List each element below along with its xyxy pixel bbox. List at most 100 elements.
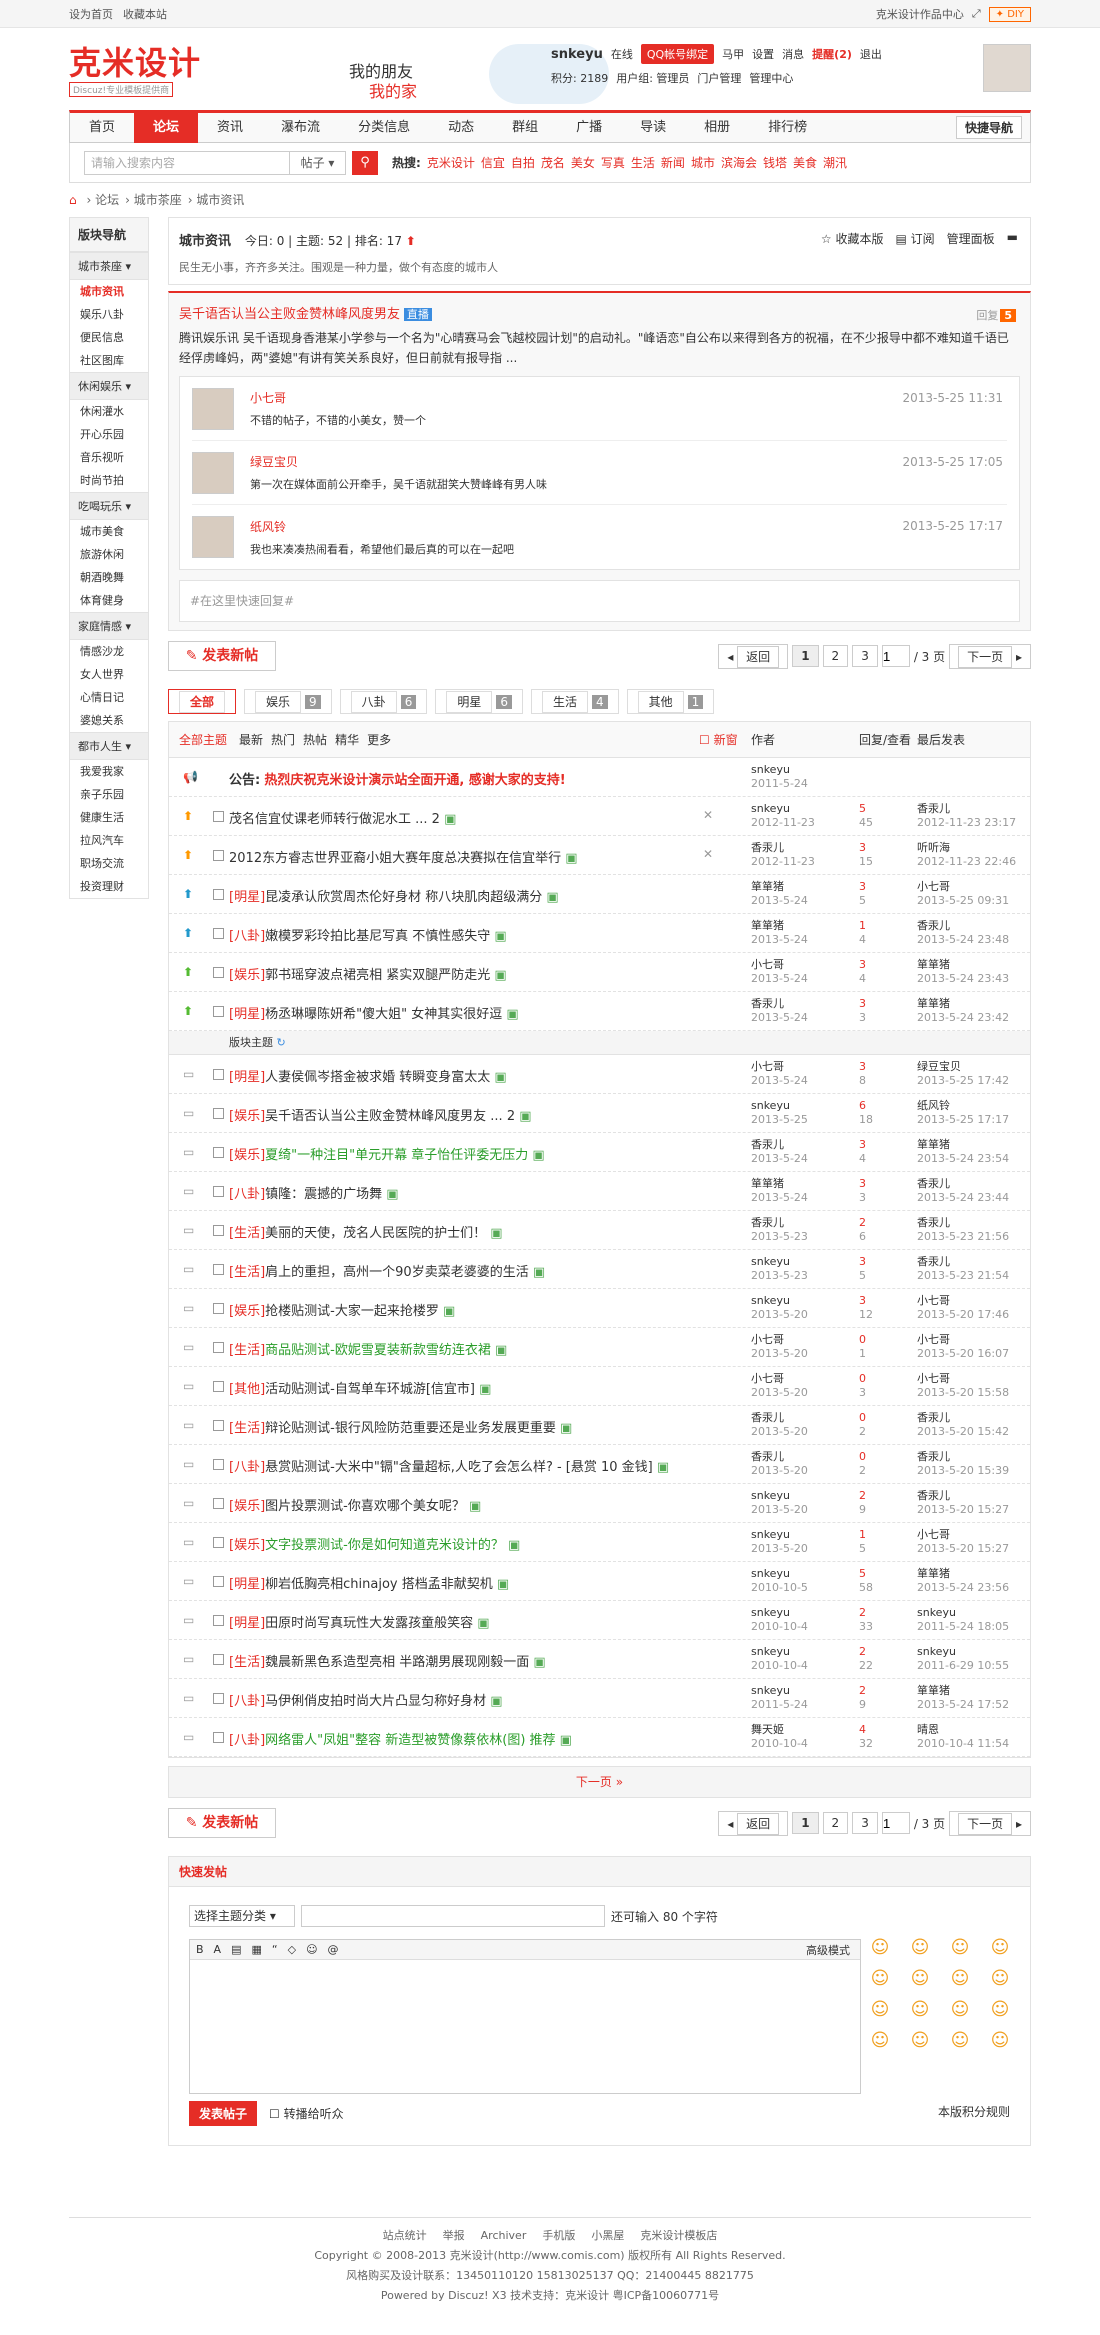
next-page-button-bottom[interactable]: 下一页 ▸	[949, 1810, 1031, 1836]
thread-author[interactable]: 小七哥	[751, 1333, 784, 1346]
next-page-bar[interactable]: 下一页 »	[168, 1766, 1031, 1798]
new-post-button[interactable]: ✎ 发表新帖	[168, 641, 276, 671]
alert-link[interactable]: 提醒(2)	[812, 46, 852, 62]
thread-title[interactable]: 人妻侯佩岑搭金被求婚 转瞬变身富太太	[265, 1070, 490, 1085]
tab-0[interactable]: 全部	[168, 688, 237, 714]
smiley-icon[interactable]: ☺	[945, 1999, 975, 2020]
sticky-row[interactable]: ⬆ [明星]杨丞琳曝陈妍希"傻大姐" 女神其实很好逗 ▣ 香汞儿 2013-5-24 3…	[169, 992, 1030, 1031]
side-item-4-0[interactable]: 我爱我家	[70, 760, 148, 783]
reply-user[interactable]: 绿豆宝贝	[250, 453, 547, 470]
hot-word-5[interactable]: 写真	[601, 156, 625, 170]
select-checkbox[interactable]	[213, 1615, 224, 1626]
nav-item-5[interactable]: 动态	[429, 113, 493, 143]
thread-author[interactable]: snkeyu	[751, 1645, 790, 1658]
diy-button[interactable]: ✦ DIY	[988, 6, 1031, 22]
featured-title[interactable]: 吴千语否认当公主败金赞林峰风度男友	[179, 307, 400, 322]
thread-category[interactable]: [生活]	[229, 1655, 265, 1670]
last-post-user[interactable]: 晴恩	[917, 1723, 939, 1736]
normal-row[interactable]: ▭ [娱乐]图片投票测试-你喜欢哪个美女呢？ ▣ snkeyu 2013-5-20 2 9…	[169, 1484, 1030, 1523]
normal-row[interactable]: ▭ [明星]田原时尚写真玩性大发露孩童般笑容 ▣ snkeyu 2010-10-4 2 3…	[169, 1601, 1030, 1640]
thread-title[interactable]: 嫩模罗彩玲拍比基尼写真 不慎性感失守	[265, 929, 490, 944]
thread-author[interactable]: snkeyu	[751, 1255, 790, 1268]
thread-title[interactable]: 田原时尚写真玩性大发露孩童般笑容	[265, 1616, 473, 1631]
side-item-4-5[interactable]: 投资理财	[70, 875, 148, 898]
online-status[interactable]: 在线	[611, 46, 633, 62]
thread-title[interactable]: 活动贴测试-自驾单车环城游[信宜市]	[265, 1382, 475, 1397]
smiley-icon[interactable]: ☺	[985, 1999, 1015, 2020]
editor-tool-3[interactable]: ▦	[251, 1943, 261, 1956]
thread-category[interactable]: [八卦]	[229, 1733, 265, 1748]
smiley-icon[interactable]: ☺	[985, 1937, 1015, 1958]
thread-category[interactable]: [明星]	[229, 890, 265, 905]
select-checkbox[interactable]	[213, 1654, 224, 1665]
nav-item-6[interactable]: 群组	[493, 113, 557, 143]
thread-category[interactable]: [娱乐]	[229, 1148, 265, 1163]
select-checkbox[interactable]	[213, 1069, 224, 1080]
normal-row[interactable]: ▭ [八卦]镇隆：震撼的广场舞 ▣ 箪箪猪 2013-5-24 3 3 香汞儿 2013-5-…	[169, 1172, 1030, 1211]
last-post-user[interactable]: 小七哥	[917, 1333, 950, 1346]
thread-category[interactable]: [娱乐]	[229, 1304, 265, 1319]
portal-link[interactable]: 门户管理	[697, 70, 741, 86]
thread-category[interactable]: [生活]	[229, 1421, 265, 1436]
thread-title[interactable]: 辩论贴测试-银行风险防范重要还是业务发展更重要	[265, 1421, 556, 1436]
search-input[interactable]: 请输入搜索内容 帖子 ▾	[84, 150, 346, 175]
hot-word-12[interactable]: 潮汛	[823, 156, 847, 170]
page-2[interactable]: 2	[822, 645, 849, 667]
thread-author[interactable]: 小七哥	[751, 1060, 784, 1073]
sticky-row[interactable]: ⬆ 茂名信宜仗课老师转行做泥水工 ... 2 ▣ ✕ snkeyu 2012-11-23…	[169, 797, 1030, 836]
thread-author[interactable]: snkeyu	[751, 1684, 790, 1697]
hot-word-11[interactable]: 美食	[793, 156, 817, 170]
thread-author[interactable]: 箪箪猪	[751, 919, 784, 932]
editor-tool-4[interactable]: “	[272, 1943, 278, 1956]
username[interactable]: snkeyu	[551, 47, 603, 62]
filter-more[interactable]: 更多	[367, 731, 391, 748]
last-post-user[interactable]: 纸风铃	[917, 1099, 950, 1112]
select-checkbox[interactable]	[213, 1225, 224, 1236]
select-checkbox[interactable]	[213, 1108, 224, 1119]
thread-category[interactable]: [八卦]	[229, 1694, 265, 1709]
smiley-icon[interactable]: ☺	[865, 1999, 895, 2020]
quick-reply-input[interactable]: #在这里快速回复#	[179, 580, 1020, 622]
last-post-user[interactable]: 香汞儿	[917, 1177, 950, 1190]
thread-category[interactable]: [八卦]	[229, 1460, 265, 1475]
thread-category[interactable]: [娱乐]	[229, 968, 265, 983]
last-post-user[interactable]: 香汞儿	[917, 1255, 950, 1268]
normal-row[interactable]: ▭ [明星]柳岩低胸亮相chinajoy 搭档孟非献契机 ▣ snkeyu 2010-…	[169, 1562, 1030, 1601]
editor-tool-5[interactable]: ◇	[288, 1943, 296, 1956]
normal-row[interactable]: ▭ [其他]活动贴测试-自驾单车环城游[信宜市] ▣ 小七哥 2013-5-20 0 3 小…	[169, 1367, 1030, 1406]
select-checkbox[interactable]	[213, 1459, 224, 1470]
thread-title[interactable]: 文字投票测试-你是如何知道克米设计的？	[265, 1538, 504, 1553]
thread-title[interactable]: 网络雷人"凤姐"整容 新造型被赞像蔡依林(图) 推荐	[265, 1733, 555, 1748]
sticky-row[interactable]: ⬆ [娱乐]郭书瑶穿波点裙亮相 紧实双腿严防走光 ▣ 小七哥 2013-5-24 3 4 箪…	[169, 953, 1030, 992]
thread-category[interactable]: [八卦]	[229, 1187, 265, 1202]
tab-3[interactable]: 明星 6	[435, 688, 523, 714]
hot-word-9[interactable]: 滨海会	[721, 156, 757, 170]
tab-1[interactable]: 娱乐 9	[244, 688, 332, 714]
normal-row[interactable]: ▭ [娱乐]吴千语否认当公主败金赞林峰风度男友 ... 2 ▣ snkeyu 2013…	[169, 1094, 1030, 1133]
normal-row[interactable]: ▭ [娱乐]文字投票测试-你是如何知道克米设计的？ ▣ snkeyu 2013-5-2…	[169, 1523, 1030, 1562]
admin-link[interactable]: 管理中心	[749, 70, 793, 86]
thread-title[interactable]: 马伊俐俏皮拍时尚大片凸显匀称好身材	[265, 1694, 486, 1709]
smiley-icon[interactable]: ☺	[945, 1937, 975, 1958]
thread-author[interactable]: 箪箪猪	[751, 1177, 784, 1190]
select-checkbox[interactable]	[213, 1732, 224, 1743]
thread-title[interactable]: 杨丞琳曝陈妍希"傻大姐" 女神其实很好逗	[265, 1007, 502, 1022]
side-item-2-3[interactable]: 体育健身	[70, 589, 148, 612]
thread-title[interactable]: 郭书瑶穿波点裙亮相 紧实双腿严防走光	[265, 968, 490, 983]
settings-link[interactable]: 设置	[752, 46, 774, 62]
fav-link[interactable]: 收藏本站	[123, 8, 167, 21]
thread-category[interactable]: [其他]	[229, 1382, 265, 1397]
hot-word-10[interactable]: 钱塔	[763, 156, 787, 170]
tab-4[interactable]: 生活 4	[530, 688, 619, 714]
smiley-icon[interactable]: ☺	[945, 1968, 975, 1989]
footer-link-5[interactable]: 克米设计模板店	[640, 2229, 717, 2242]
thread-author[interactable]: snkeyu	[751, 802, 790, 815]
side-group-1[interactable]: 休闲娱乐 ▾	[70, 372, 148, 400]
side-item-3-1[interactable]: 女人世界	[70, 663, 148, 686]
select-checkbox[interactable]	[213, 1498, 224, 1509]
footer-link-3[interactable]: 手机版	[542, 2229, 575, 2242]
thread-author[interactable]: 箪箪猪	[751, 880, 784, 893]
back-button[interactable]: ◂ 返回	[718, 643, 789, 669]
nav-item-9[interactable]: 相册	[685, 113, 749, 143]
hot-word-7[interactable]: 新闻	[661, 156, 685, 170]
